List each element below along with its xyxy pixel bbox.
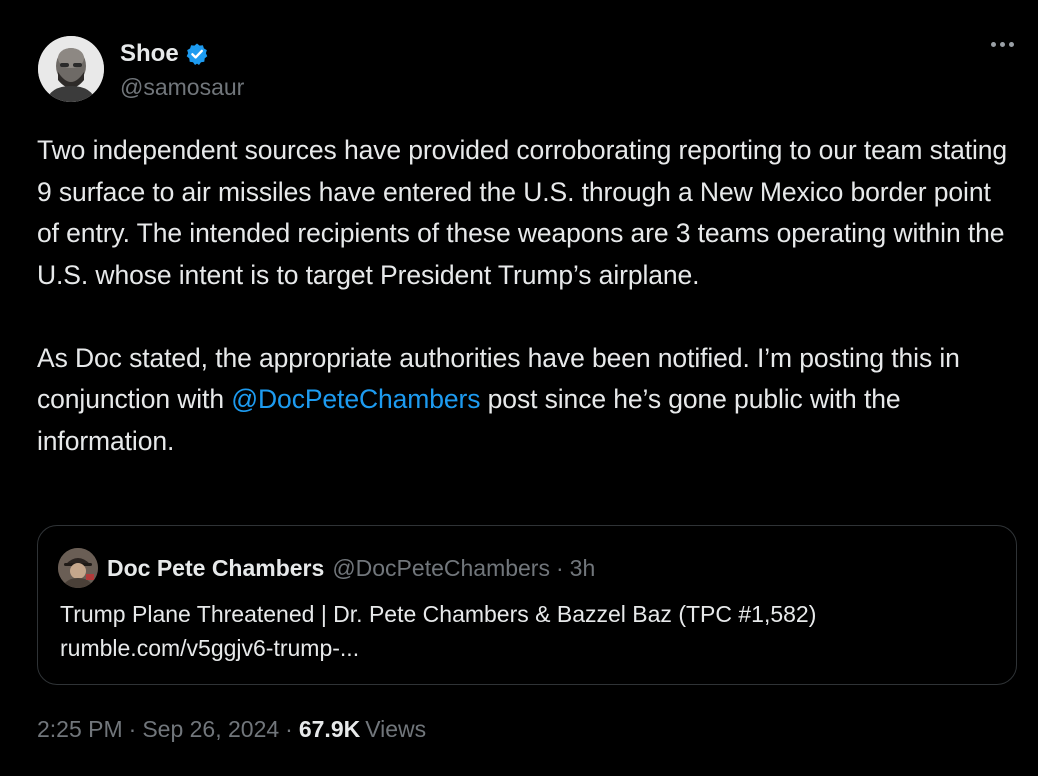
author-handle[interactable]: @samosaur [120, 71, 244, 103]
views-label: Views [365, 716, 427, 742]
quoted-tweet-header: Doc Pete Chambers @DocPeteChambers · 3h [58, 548, 595, 588]
quoted-timestamp[interactable]: 3h [570, 555, 596, 582]
quoted-author-avatar[interactable] [58, 548, 98, 588]
tweet-header: Shoe @samosaur [38, 36, 244, 103]
more-dot [1009, 42, 1014, 47]
tweet-paragraph-1: Two independent sources have provided co… [37, 135, 1008, 290]
author-names: Shoe @samosaur [120, 39, 244, 103]
author-display-name[interactable]: Shoe [120, 39, 179, 69]
views-count: 67.9K [298, 716, 361, 742]
meta-separator: · [285, 716, 293, 742]
author-avatar[interactable] [38, 36, 104, 102]
display-name-row: Shoe [120, 39, 244, 69]
tweet-card: Shoe @samosaur Two independent sources h… [0, 0, 1038, 776]
quoted-author-handle[interactable]: @DocPeteChambers [332, 555, 550, 582]
tweet-text: Two independent sources have provided co… [37, 130, 1012, 462]
quoted-author-display-name[interactable]: Doc Pete Chambers [107, 555, 324, 582]
meta-separator: · [128, 716, 137, 742]
quoted-tweet-link[interactable]: rumble.com/v5ggjv6-trump-... [60, 633, 359, 663]
tweet-date[interactable]: Sep 26, 2024 [142, 716, 279, 743]
mention-link[interactable]: @DocPeteChambers [231, 384, 480, 414]
tweet-time[interactable]: 2:25 PM [37, 716, 123, 743]
quoted-tweet-title: Trump Plane Threatened | Dr. Pete Chambe… [60, 601, 817, 627]
more-options-icon[interactable] [987, 38, 1018, 51]
man-with-hat-portrait-icon [58, 548, 98, 588]
more-dot [991, 42, 996, 47]
more-dot [1000, 42, 1005, 47]
quoted-tweet-card[interactable]: Doc Pete Chambers @DocPeteChambers · 3h … [37, 525, 1017, 685]
tweet-meta: 2:25 PM · Sep 26, 2024 · 67.9K Views [37, 716, 426, 743]
bald-man-portrait-icon [38, 36, 104, 102]
quoted-separator: · [555, 554, 564, 581]
tweet-paragraph-2: As Doc stated, the appropriate authoriti… [37, 338, 1012, 463]
verified-badge-icon[interactable] [185, 42, 209, 66]
